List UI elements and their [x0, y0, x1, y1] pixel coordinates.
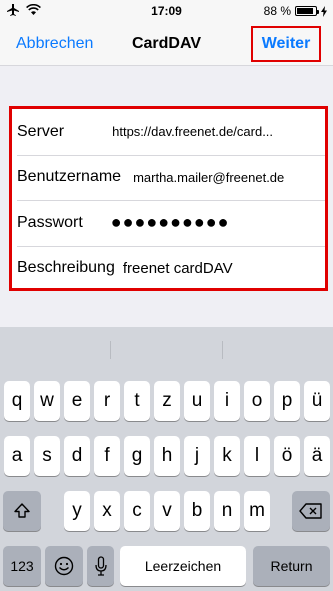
battery-icon: [295, 6, 319, 16]
charging-icon: [321, 5, 327, 17]
key-y[interactable]: y: [64, 491, 90, 531]
username-label: Benutzername: [17, 168, 122, 186]
key-p[interactable]: p: [274, 381, 300, 421]
key-v[interactable]: v: [154, 491, 180, 531]
key-a[interactable]: a: [4, 436, 30, 476]
username-row[interactable]: Benutzername martha.mailer@freenet.de: [12, 154, 325, 201]
microphone-icon: [94, 556, 107, 576]
description-row[interactable]: Beschreibung freenet cardDAV: [12, 245, 325, 292]
carddav-form: Server https://dav.freenet.de/card... Be…: [9, 106, 328, 291]
shift-key[interactable]: [3, 491, 41, 531]
password-row[interactable]: Passwort ●●●●●●●●●●: [12, 200, 325, 246]
key-j[interactable]: j: [184, 436, 210, 476]
key-i[interactable]: i: [214, 381, 240, 421]
key-c[interactable]: c: [124, 491, 150, 531]
status-bar: 17:09 88 %: [0, 0, 333, 22]
key-s[interactable]: s: [34, 436, 60, 476]
key-n[interactable]: n: [214, 491, 240, 531]
key-w[interactable]: w: [34, 381, 60, 421]
return-key[interactable]: Return: [253, 546, 330, 586]
key-b[interactable]: b: [184, 491, 210, 531]
key-m[interactable]: m: [244, 491, 270, 531]
prediction-divider: [110, 341, 111, 359]
next-button[interactable]: Weiter: [251, 26, 321, 62]
emoji-icon: [54, 556, 74, 576]
password-field[interactable]: ●●●●●●●●●●: [111, 212, 230, 233]
key-z[interactable]: z: [154, 381, 180, 421]
key-l[interactable]: l: [244, 436, 270, 476]
prediction-bar: [0, 327, 333, 371]
key-r[interactable]: r: [94, 381, 120, 421]
shift-icon: [14, 503, 30, 518]
space-key[interactable]: Leerzeichen: [120, 546, 246, 586]
key-ü[interactable]: ü: [304, 381, 330, 421]
numbers-key[interactable]: 123: [3, 546, 41, 586]
key-g[interactable]: g: [124, 436, 150, 476]
key-d[interactable]: d: [64, 436, 90, 476]
prediction-divider: [222, 341, 223, 359]
server-field[interactable]: https://dav.freenet.de/card...: [112, 124, 273, 139]
key-o[interactable]: o: [244, 381, 270, 421]
key-ö[interactable]: ö: [274, 436, 300, 476]
description-label: Beschreibung: [17, 259, 115, 277]
status-right: 88 %: [264, 4, 327, 18]
backspace-icon: [299, 503, 322, 519]
battery-fill: [297, 8, 313, 14]
key-u[interactable]: u: [184, 381, 210, 421]
username-field[interactable]: martha.mailer@freenet.de: [133, 170, 284, 185]
server-label: Server: [17, 122, 65, 140]
password-label: Passwort: [17, 213, 83, 231]
delete-key[interactable]: [292, 491, 330, 531]
description-field[interactable]: freenet cardDAV: [123, 260, 233, 277]
keyboard: qwertzuiopü asdfghjklöä yxcvbnm 123 Leerze…: [0, 327, 333, 591]
key-e[interactable]: e: [64, 381, 90, 421]
emoji-key[interactable]: [45, 546, 83, 586]
key-k[interactable]: k: [214, 436, 240, 476]
key-h[interactable]: h: [154, 436, 180, 476]
key-x[interactable]: x: [94, 491, 120, 531]
dictation-key[interactable]: [87, 546, 114, 586]
key-q[interactable]: q: [4, 381, 30, 421]
key-f[interactable]: f: [94, 436, 120, 476]
server-row[interactable]: Server https://dav.freenet.de/card...: [12, 109, 325, 155]
battery-percent: 88 %: [263, 4, 291, 18]
key-t[interactable]: t: [124, 381, 150, 421]
navigation-bar: Abbrechen CardDAV Weiter: [0, 22, 333, 66]
key-ä[interactable]: ä: [304, 436, 330, 476]
